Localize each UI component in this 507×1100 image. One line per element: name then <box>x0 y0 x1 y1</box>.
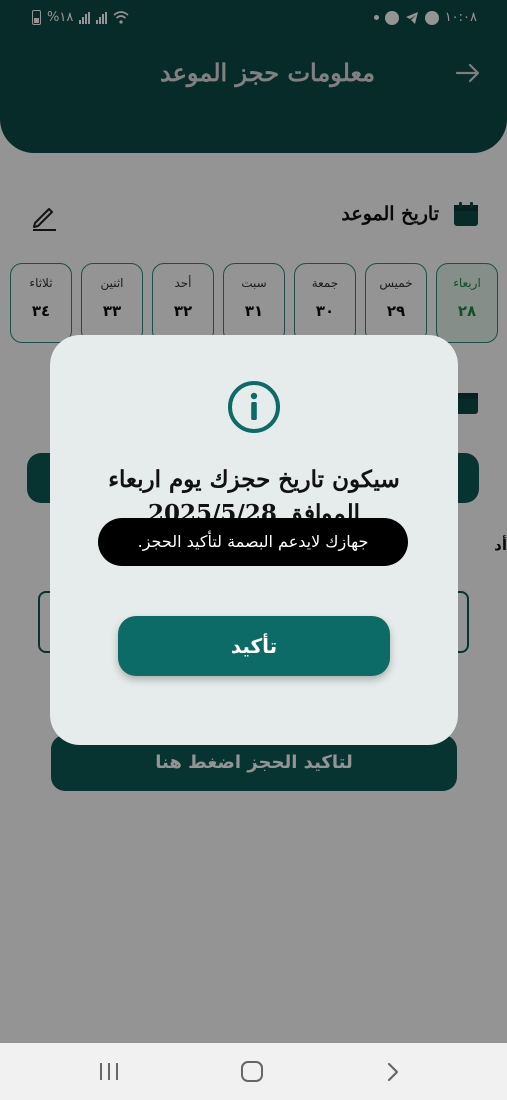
home-icon[interactable] <box>241 1061 263 1082</box>
toast-message: جهازك لايدعم البصمة لتأكيد الحجز. <box>98 518 408 566</box>
info-icon <box>228 381 280 433</box>
dialog-confirm-button[interactable]: تأكيد <box>118 616 390 676</box>
recents-icon[interactable] <box>100 1063 118 1080</box>
system-nav-bar <box>0 1043 507 1100</box>
nav-back-icon[interactable] <box>383 1060 403 1084</box>
